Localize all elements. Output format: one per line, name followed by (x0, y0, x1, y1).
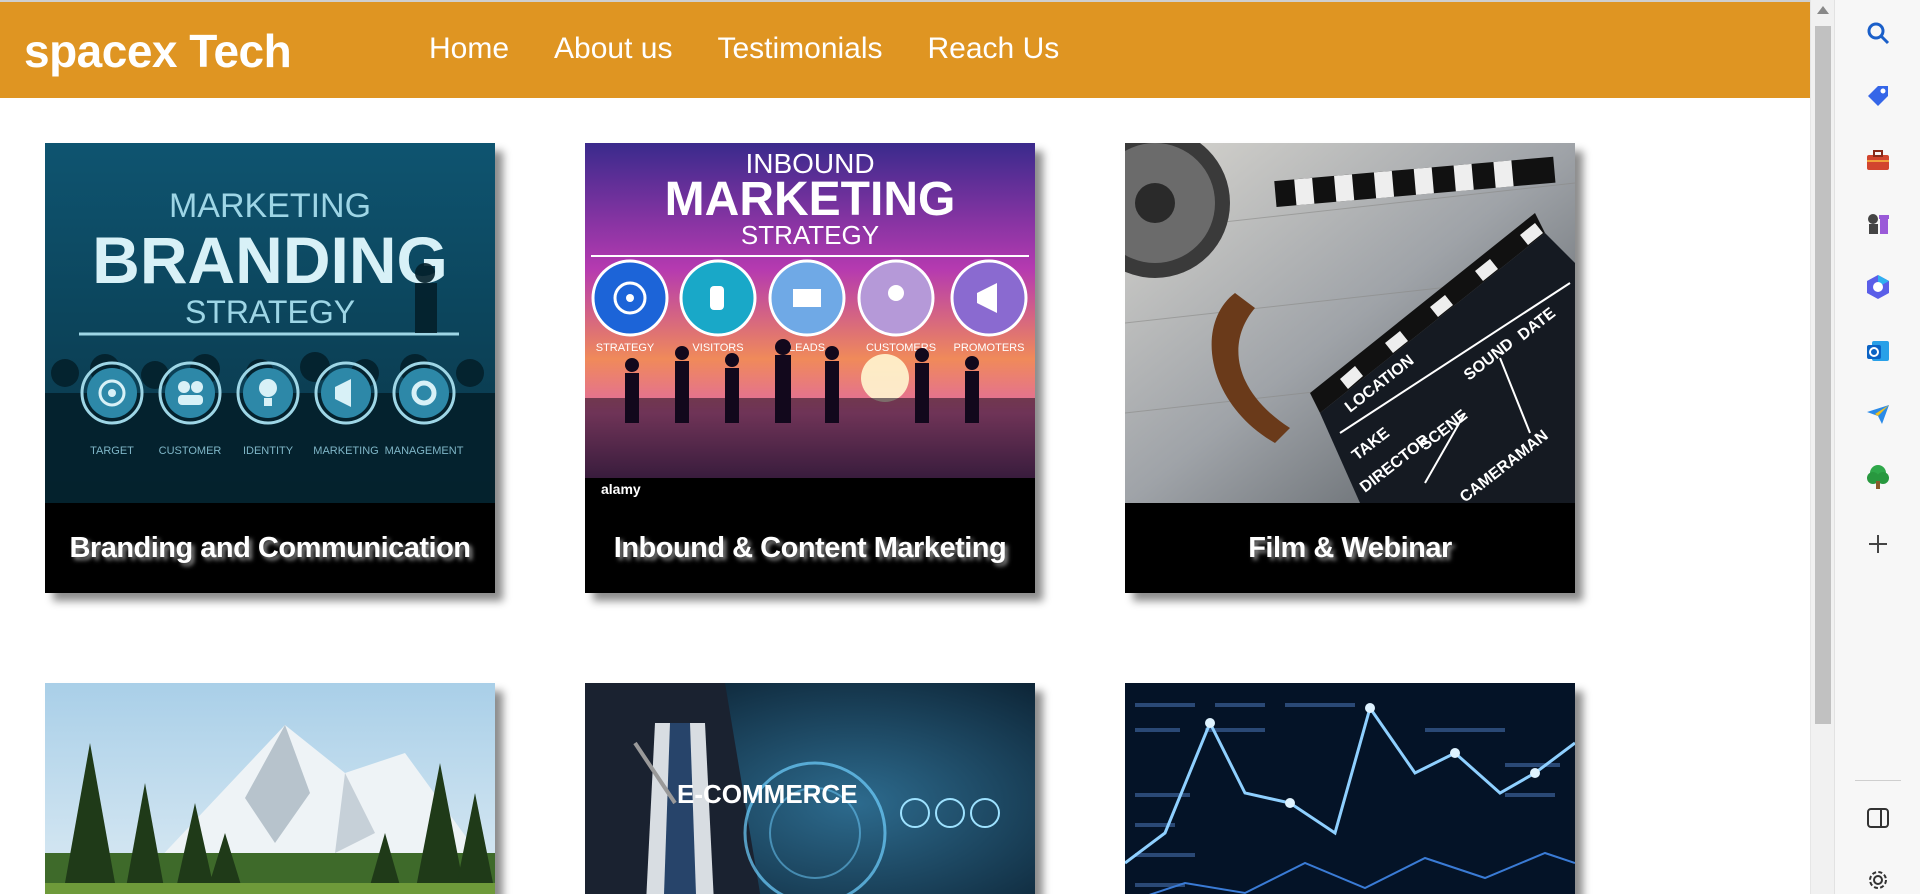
branding-sub-text: STRATEGY (185, 294, 355, 330)
branding-icon-label: CUSTOMER (159, 445, 222, 457)
service-card-branding[interactable]: MARKETING BRANDING STRATEGY TARGET CUSTO… (45, 143, 495, 593)
sidebar-divider (1855, 780, 1901, 781)
browser-sidebar (1834, 0, 1920, 894)
main-nav: Home About us Testimonials Reach Us (429, 32, 1059, 66)
service-card-inbound[interactable]: INBOUND MARKETING STRATEGY STRATEGY VISI (585, 143, 1035, 593)
inbound-icon-label: LEADS (789, 342, 825, 354)
inbound-icon-label: VISITORS (692, 342, 743, 354)
nav-home-link[interactable]: Home (429, 32, 509, 66)
film-clapper-image: LOCATION SOUND DATE TAKE SCENE DIRECTOR … (1125, 143, 1575, 503)
branding-image: MARKETING BRANDING STRATEGY TARGET CUSTO… (45, 143, 495, 503)
page-scrollbar[interactable] (1810, 0, 1834, 894)
card-title: Branding and Communication (69, 531, 471, 564)
brand-logo[interactable]: spacex Tech (24, 24, 292, 78)
card-title: Film & Webinar (1248, 531, 1452, 564)
branding-icon-label: IDENTITY (243, 445, 294, 457)
service-card-stocks[interactable] (1125, 683, 1575, 894)
branding-icon-label: MARKETING (313, 445, 378, 457)
chess-icon[interactable] (1862, 208, 1894, 240)
copilot-icon[interactable] (1862, 271, 1894, 303)
ecommerce-image: E-COMMERCE (585, 683, 1035, 894)
settings-icon[interactable] (1862, 864, 1894, 894)
mountain-forest-image (45, 683, 495, 894)
stock-chart-image (1125, 683, 1575, 894)
send-icon[interactable] (1862, 398, 1894, 430)
toolbox-icon[interactable] (1862, 144, 1894, 176)
inbound-main-text: MARKETING (665, 173, 956, 226)
top-navbar: spacex Tech Home About us Testimonials R… (0, 0, 1810, 98)
inbound-sub-text: STRATEGY (741, 220, 879, 250)
scroll-thumb[interactable] (1815, 26, 1831, 724)
service-card-film[interactable]: LOCATION SOUND DATE TAKE SCENE DIRECTOR … (1125, 143, 1575, 593)
branding-main-text: BRANDING (92, 223, 448, 297)
inbound-icon-label: STRATEGY (596, 342, 655, 354)
nav-reach-us-link[interactable]: Reach Us (928, 32, 1060, 66)
outlook-icon[interactable] (1862, 335, 1894, 367)
nav-testimonials-link[interactable]: Testimonials (717, 32, 882, 66)
inbound-marketing-image: INBOUND MARKETING STRATEGY STRATEGY VISI (585, 143, 1035, 503)
tree-icon[interactable] (1862, 461, 1894, 493)
split-view-icon[interactable] (1862, 802, 1894, 834)
tag-icon[interactable] (1862, 80, 1894, 112)
nav-about-link[interactable]: About us (554, 32, 672, 66)
service-card-mountain[interactable] (45, 683, 495, 894)
branding-icon-label: TARGET (90, 445, 134, 457)
add-icon[interactable] (1862, 528, 1894, 560)
inbound-icon-label: PROMOTERS (954, 342, 1025, 354)
ecommerce-label: E-COMMERCE (677, 779, 858, 809)
search-icon[interactable] (1862, 17, 1894, 49)
branding-top-text: MARKETING (169, 187, 371, 225)
inbound-watermark: alamy (601, 481, 641, 497)
service-card-ecommerce[interactable]: E-COMMERCE (585, 683, 1035, 894)
card-title: Inbound & Content Marketing (613, 531, 1007, 564)
branding-icon-label: MANAGEMENT (385, 445, 464, 457)
scroll-up-arrow-icon[interactable] (1817, 6, 1829, 14)
